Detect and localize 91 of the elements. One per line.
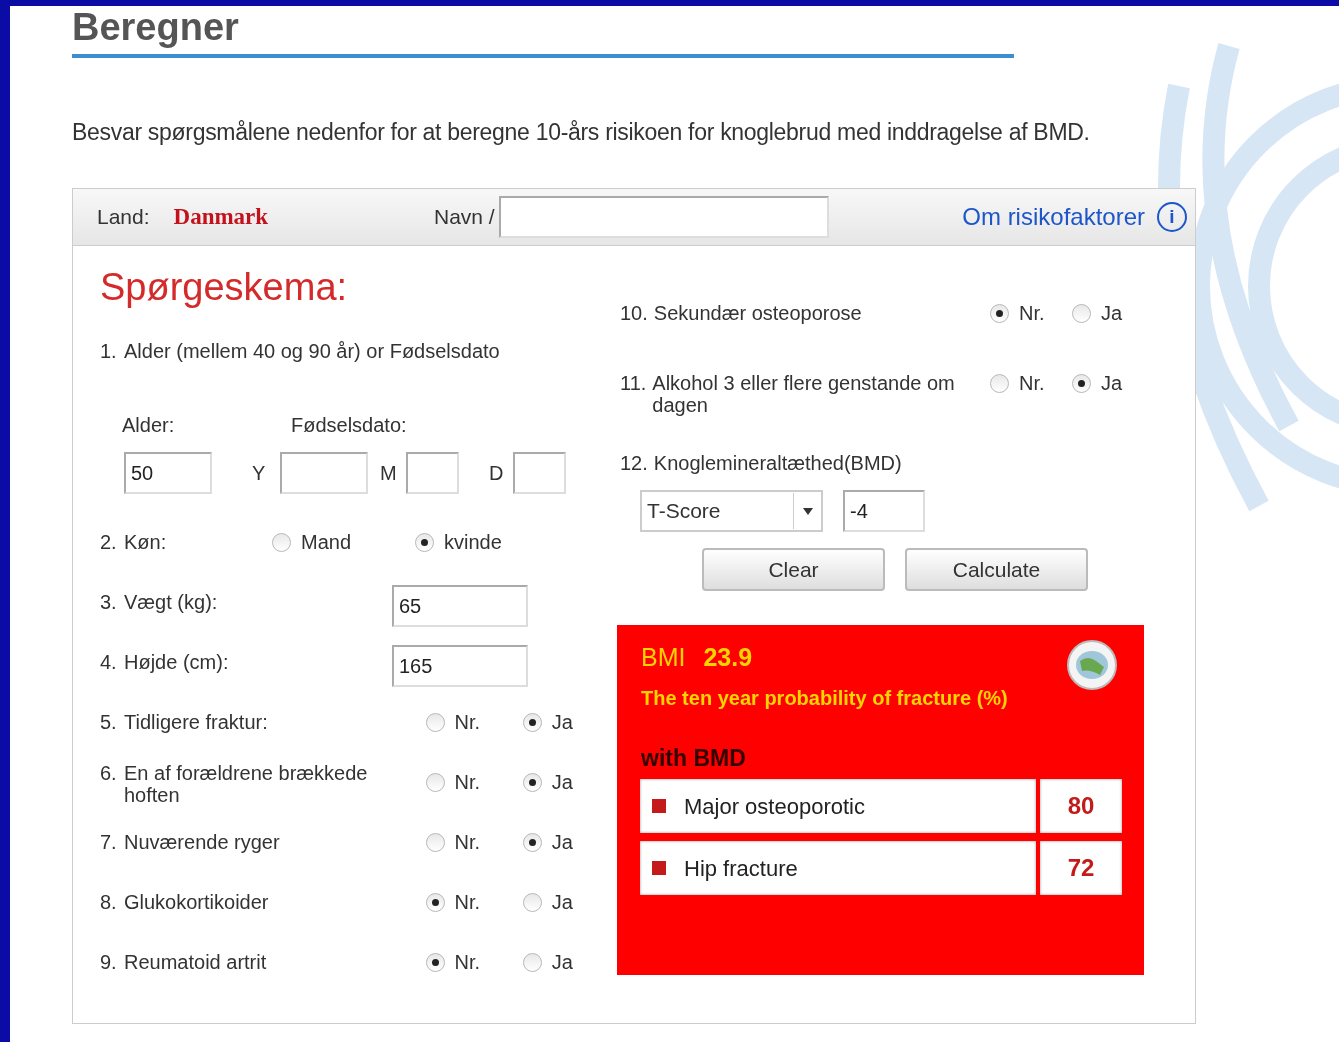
name-field[interactable] <box>498 196 829 238</box>
input-field[interactable] <box>406 452 459 494</box>
risk-factors-link[interactable]: Om risikofaktorer <box>962 199 1145 235</box>
input-field[interactable] <box>280 452 368 494</box>
question-label: Køn: <box>124 531 167 553</box>
info-icon[interactable]: i <box>1157 202 1187 232</box>
result-value: 80 <box>1040 779 1122 833</box>
radio-button[interactable] <box>415 532 434 552</box>
option-label: Nr. <box>454 950 481 975</box>
globe-icon[interactable] <box>1066 639 1118 691</box>
bmi-value: 23.9 <box>703 642 753 673</box>
question-number: 10. <box>620 301 649 326</box>
month-label: M <box>380 461 398 486</box>
input-field[interactable]: -4 <box>843 490 925 532</box>
radio-button[interactable] <box>1072 303 1091 323</box>
input-field[interactable]: 50 <box>124 452 212 494</box>
question-number: 2. <box>100 530 118 555</box>
option-label: Nr. <box>1019 371 1045 396</box>
input-field[interactable]: 65 <box>392 585 528 627</box>
radio-button[interactable] <box>990 373 1009 393</box>
radio-button[interactable] <box>272 532 291 552</box>
option-label: Mand <box>301 530 352 555</box>
question-label: Alkohol 3 eller flere genstande om dagen <box>652 372 956 416</box>
question-number: 7. <box>100 830 118 855</box>
question-label: Reumatoid artrit <box>124 951 267 973</box>
option-label: Nr. <box>454 830 481 855</box>
question-number: 9. <box>100 950 118 975</box>
question-number: 8. <box>100 890 118 915</box>
score-type-select[interactable]: T-Score <box>640 490 823 532</box>
page-heading: Beregner <box>72 8 239 46</box>
question-label: Alder (mellem 40 og 90 år) or Fødselsdato <box>124 340 500 362</box>
year-label: Y <box>252 461 267 486</box>
option-label: kvinde <box>444 530 502 555</box>
option-label: Nr. <box>454 890 481 915</box>
action-button[interactable]: Calculate <box>905 548 1088 591</box>
option-label: Nr. <box>1019 301 1045 326</box>
day-label: D <box>489 461 505 486</box>
option-label: Ja <box>551 890 573 915</box>
result-label: Major osteoporotic <box>684 792 865 821</box>
input-field[interactable]: 165 <box>392 645 528 687</box>
option-label: Ja <box>1101 371 1123 396</box>
option-label: Ja <box>551 770 573 795</box>
bullet-icon <box>652 799 666 813</box>
option-label: Ja <box>551 950 573 975</box>
question-label: Tidligere fraktur: <box>124 711 268 733</box>
radio-button[interactable] <box>522 712 542 732</box>
option-label: Ja <box>551 830 573 855</box>
intro-text: Besvar spørgsmålene nedenfor for at beregne 10-års risikoen for knoglebrud med inddragelse af BMD. <box>72 118 1091 146</box>
option-label: Nr. <box>454 710 481 735</box>
question-number: 11. <box>620 371 648 396</box>
question-label: Vægt (kg): <box>124 591 218 613</box>
input-field[interactable] <box>513 452 566 494</box>
question-number: 4. <box>100 650 118 675</box>
result-section-label: with BMD <box>641 743 747 773</box>
question-label: Sekundær osteoporose <box>653 302 862 324</box>
result-subtitle: The ten year probability of fracture (%) <box>641 685 1009 711</box>
bmi-label: BMI <box>641 642 686 673</box>
radio-button[interactable] <box>425 832 445 852</box>
bullet-icon <box>652 861 666 875</box>
country-name: Danmark <box>173 202 269 231</box>
birth-date-label: Fødselsdato: <box>291 413 407 438</box>
option-label: Nr. <box>454 770 481 795</box>
radio-button[interactable] <box>990 303 1009 323</box>
question-number: 6. <box>100 761 118 786</box>
result-label: Hip fracture <box>684 854 798 883</box>
radio-button[interactable] <box>522 892 542 912</box>
radio-button[interactable] <box>425 772 445 792</box>
question-label: Nuværende ryger <box>124 831 280 853</box>
radio-button[interactable] <box>522 952 542 972</box>
radio-button[interactable] <box>1072 373 1091 393</box>
question-label: Glukokortikoider <box>124 891 269 913</box>
radio-button[interactable] <box>522 772 542 792</box>
question-number: 5. <box>100 710 118 735</box>
name-label: Navn / <box>434 204 495 231</box>
question-label: Højde (cm): <box>124 651 229 673</box>
question-number: 3. <box>100 590 118 615</box>
age-label: Alder: <box>122 413 176 438</box>
question-label: En af forældrene brækkede hoften <box>124 762 369 806</box>
question-number: 1. <box>100 339 118 364</box>
radio-button[interactable] <box>425 712 445 732</box>
questionnaire-title: Spørgeskema: <box>100 268 349 306</box>
option-label: Ja <box>1101 301 1123 326</box>
question-number: 12. <box>620 451 649 476</box>
radio-button[interactable] <box>425 952 445 972</box>
action-button[interactable]: Clear <box>702 548 885 591</box>
country-label: Land: <box>97 204 150 231</box>
result-value: 72 <box>1040 841 1122 895</box>
radio-button[interactable] <box>425 892 445 912</box>
question-label: Knoglemineraltæthed(BMD) <box>653 452 902 474</box>
radio-button[interactable] <box>522 832 542 852</box>
option-label: Ja <box>551 710 573 735</box>
